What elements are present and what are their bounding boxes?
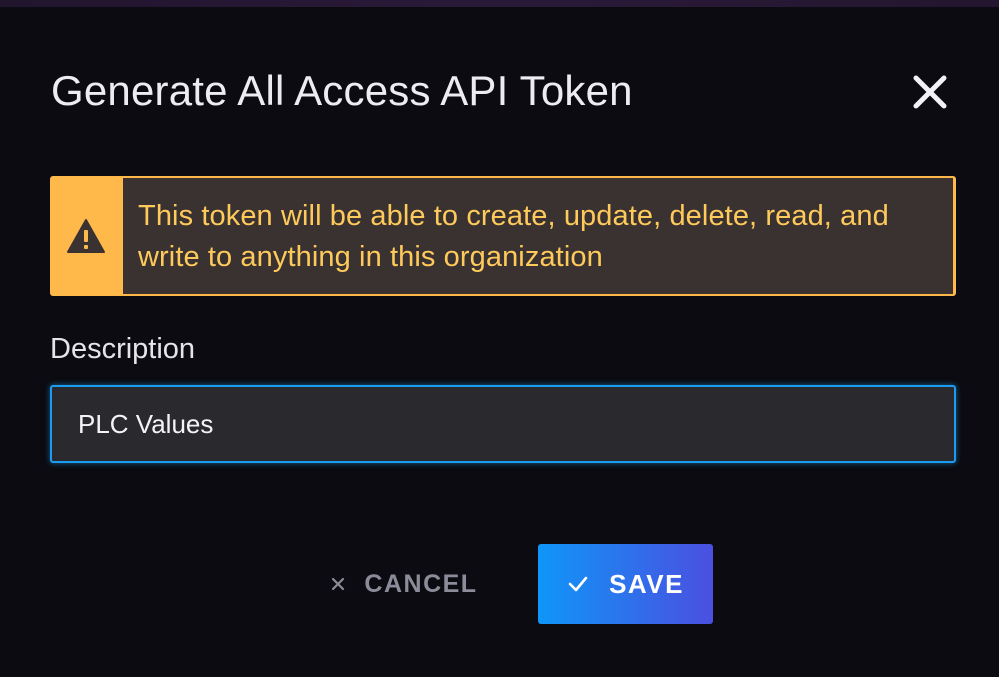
alert-icon-stripe xyxy=(50,176,122,296)
description-label: Description xyxy=(50,333,196,365)
save-label: SAVE xyxy=(609,568,684,599)
window-top-edge xyxy=(0,0,999,7)
cancel-button[interactable]: CANCEL xyxy=(310,555,498,613)
alert-body: This token will be able to create, updat… xyxy=(123,178,953,294)
cancel-label: CANCEL xyxy=(364,569,478,598)
alert-message: This token will be able to create, updat… xyxy=(138,200,889,273)
checkmark-icon xyxy=(567,575,589,593)
save-button[interactable]: SAVE xyxy=(538,544,713,624)
warning-alert: This token will be able to create, updat… xyxy=(50,176,956,296)
description-input[interactable] xyxy=(52,387,954,461)
warning-triangle-icon xyxy=(66,218,106,254)
close-x-icon xyxy=(330,576,346,592)
close-icon xyxy=(910,72,950,112)
close-button[interactable] xyxy=(910,72,950,112)
dialog-title: Generate All Access API Token xyxy=(51,67,633,114)
description-field-wrapper xyxy=(50,385,956,463)
